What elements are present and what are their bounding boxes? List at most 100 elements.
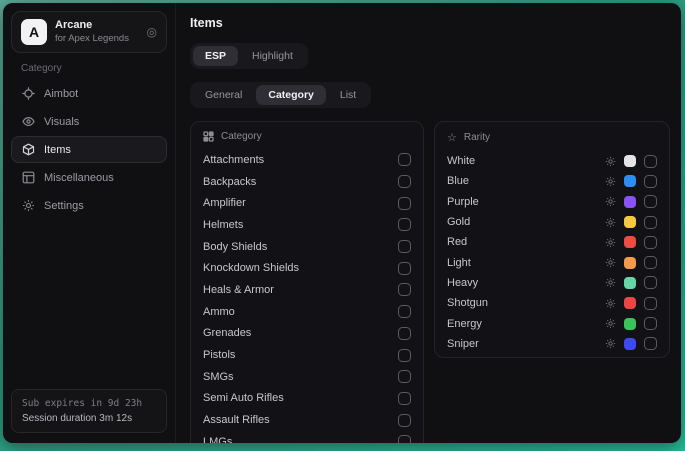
rarity-settings-gear-icon[interactable]	[605, 298, 616, 309]
category-row-label: SMGs	[203, 371, 398, 383]
rarity-checkbox[interactable]	[644, 195, 657, 208]
rarity-settings-gear-icon[interactable]	[605, 338, 616, 349]
rarity-row: Light	[447, 252, 657, 272]
rarity-color-swatch[interactable]	[624, 277, 636, 289]
rarity-settings-gear-icon[interactable]	[605, 217, 616, 228]
category-row-label: Assault Rifles	[203, 414, 398, 426]
mode-esp-button[interactable]: ESP	[193, 46, 238, 66]
rarity-checkbox[interactable]	[644, 337, 657, 350]
category-row: Attachments	[203, 149, 411, 171]
category-row-label: Backpacks	[203, 176, 398, 188]
category-row: SMGs	[203, 366, 411, 388]
subscription-card: Sub expires in 9d 23h Session duration 3…	[11, 389, 167, 433]
category-row-label: Grenades	[203, 327, 398, 339]
rarity-settings-gear-icon[interactable]	[605, 237, 616, 248]
rarity-row-label: White	[447, 155, 605, 167]
rarity-settings-gear-icon[interactable]	[605, 318, 616, 329]
rarity-color-swatch[interactable]	[624, 297, 636, 309]
category-row: Helmets	[203, 214, 411, 236]
category-checkbox[interactable]	[398, 175, 411, 188]
mode-highlight-button[interactable]: Highlight	[240, 46, 305, 66]
category-row-label: Pistols	[203, 349, 398, 361]
rarity-checkbox[interactable]	[644, 297, 657, 310]
rarity-row: Shotgun	[447, 293, 657, 313]
category-row-label: Helmets	[203, 219, 398, 231]
sidebar-item-items[interactable]: Items	[11, 136, 167, 163]
sidebar-item-miscellaneous[interactable]: Miscellaneous	[11, 164, 167, 191]
rarity-row: Energy	[447, 313, 657, 333]
rarity-checkbox[interactable]	[644, 276, 657, 289]
category-checkbox[interactable]	[398, 327, 411, 340]
rarity-checkbox[interactable]	[644, 317, 657, 330]
category-checkbox[interactable]	[398, 392, 411, 405]
sidebar-item-aimbot[interactable]: Aimbot	[11, 80, 167, 107]
eye-icon	[21, 115, 35, 128]
rarity-panel-title: Rarity	[464, 132, 490, 143]
rarity-settings-gear-icon[interactable]	[605, 156, 616, 167]
rarity-color-swatch[interactable]	[624, 175, 636, 187]
category-checkbox[interactable]	[398, 240, 411, 253]
category-checkbox[interactable]	[398, 262, 411, 275]
rarity-checkbox[interactable]	[644, 236, 657, 249]
rarity-color-swatch[interactable]	[624, 257, 636, 269]
star-icon: ☆	[447, 131, 457, 144]
category-checkbox[interactable]	[398, 370, 411, 383]
tab-list[interactable]: List	[328, 85, 368, 105]
category-panel: Category Attachments Backpacks Amplifier He…	[190, 121, 424, 443]
rarity-checkbox[interactable]	[644, 175, 657, 188]
rarity-row: White	[447, 151, 657, 171]
session-duration-text: Session duration 3m 12s	[22, 413, 156, 424]
rarity-panel-header: ☆ Rarity	[447, 131, 657, 144]
rarity-row-label: Energy	[447, 318, 605, 330]
rarity-color-swatch[interactable]	[624, 338, 636, 350]
target-icon[interactable]: ◎	[147, 25, 157, 39]
rarity-checkbox[interactable]	[644, 155, 657, 168]
category-row: Amplifier	[203, 192, 411, 214]
sidebar-section-label: Category	[21, 63, 175, 74]
category-checkbox[interactable]	[398, 218, 411, 231]
rarity-settings-gear-icon[interactable]	[605, 176, 616, 187]
category-row: LMGs	[203, 431, 411, 443]
tab-category[interactable]: Category	[256, 85, 326, 105]
sidebar-nav: Aimbot Visuals Items Miscellaneous Settings	[3, 80, 175, 219]
rarity-checkbox[interactable]	[644, 216, 657, 229]
category-row-label: Knockdown Shields	[203, 262, 398, 274]
rarity-settings-gear-icon[interactable]	[605, 277, 616, 288]
category-row: Grenades	[203, 323, 411, 345]
rarity-color-swatch[interactable]	[624, 155, 636, 167]
tab-general[interactable]: General	[193, 85, 254, 105]
rarity-settings-gear-icon[interactable]	[605, 257, 616, 268]
category-checkbox[interactable]	[398, 349, 411, 362]
category-checkbox[interactable]	[398, 283, 411, 296]
gear-icon	[21, 199, 35, 212]
app-logo: A	[21, 19, 47, 45]
category-row: Pistols	[203, 344, 411, 366]
rarity-color-swatch[interactable]	[624, 318, 636, 330]
category-row: Assault Rifles	[203, 409, 411, 431]
category-checkbox[interactable]	[398, 197, 411, 210]
rarity-color-swatch[interactable]	[624, 196, 636, 208]
category-row: Heals & Armor	[203, 279, 411, 301]
rarity-color-swatch[interactable]	[624, 216, 636, 228]
rarity-row-label: Purple	[447, 196, 605, 208]
rarity-row-label: Shotgun	[447, 297, 605, 309]
sidebar-item-settings[interactable]: Settings	[11, 192, 167, 219]
rarity-row-label: Heavy	[447, 277, 605, 289]
sub-expiry-text: Sub expires in 9d 23h	[22, 398, 156, 409]
category-checkbox[interactable]	[398, 153, 411, 166]
category-checkbox[interactable]	[398, 305, 411, 318]
sidebar-item-visuals[interactable]: Visuals	[11, 108, 167, 135]
rarity-row: Heavy	[447, 273, 657, 293]
rarity-checkbox[interactable]	[644, 256, 657, 269]
rarity-panel: ☆ Rarity WhiteBluePurpleGoldRedLightHeav…	[434, 121, 670, 358]
category-checkbox[interactable]	[398, 414, 411, 427]
rarity-settings-gear-icon[interactable]	[605, 196, 616, 207]
crosshair-icon	[21, 87, 35, 100]
category-checkbox[interactable]	[398, 435, 411, 443]
sidebar: A Arcane for Apex Legends ◎ Category Aim…	[3, 3, 176, 443]
sidebar-item-label: Visuals	[44, 116, 79, 128]
sidebar-item-label: Miscellaneous	[44, 172, 114, 184]
category-row: Knockdown Shields	[203, 257, 411, 279]
category-panel-title: Category	[221, 131, 262, 142]
rarity-color-swatch[interactable]	[624, 236, 636, 248]
